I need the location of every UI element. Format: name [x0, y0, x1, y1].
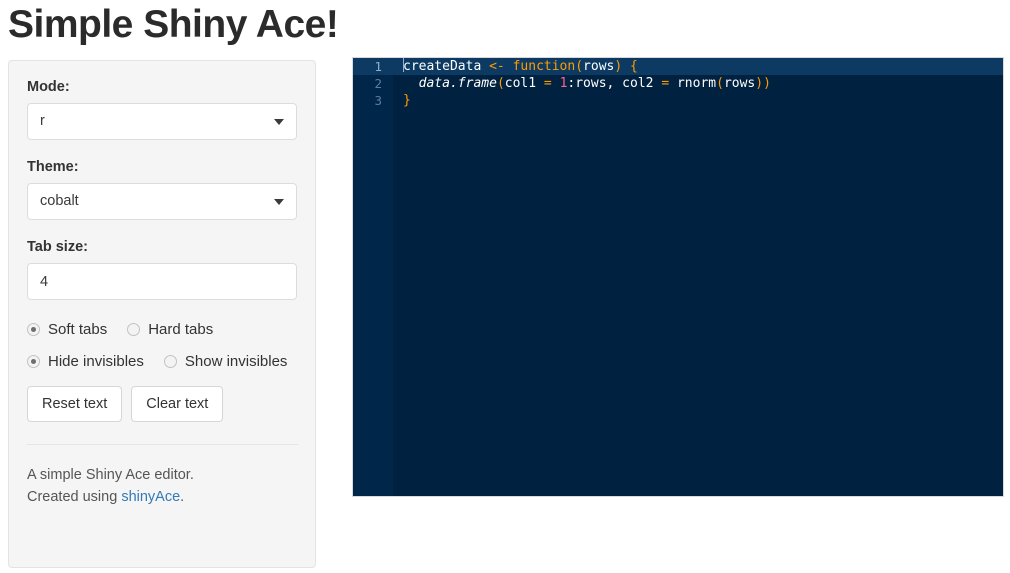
footer-line-2-suffix: .: [180, 489, 185, 505]
code-token: =: [661, 76, 670, 91]
ace-code-editor[interactable]: 123 createData <- function(rows) { data.…: [352, 57, 1004, 497]
gutter-line-number: 2: [374, 76, 382, 91]
invisibles-radio-group: Hide invisibles Show invisibles: [27, 354, 297, 369]
radio-soft-tabs[interactable]: Soft tabs: [27, 322, 107, 337]
code-token: rows: [583, 59, 615, 74]
theme-select[interactable]: cobalt: [27, 183, 297, 220]
mode-select-value: r: [27, 103, 297, 140]
code-token: :rows, col2: [567, 76, 654, 91]
radio-hide-invisibles-label: Hide invisibles: [48, 353, 144, 370]
code-token: )): [755, 76, 771, 91]
page-title: Simple Shiny Ace!: [8, 3, 339, 46]
chevron-down-icon: [274, 119, 284, 125]
code-token: <-: [489, 59, 505, 74]
radio-soft-tabs-mark: [27, 323, 40, 336]
code-token: rows: [723, 76, 756, 91]
code-token: =: [543, 76, 552, 91]
code-token: (: [575, 59, 584, 74]
editor-content[interactable]: createData <- function(rows) { data.fram…: [393, 58, 1003, 496]
code-line: }: [393, 92, 1003, 109]
radio-show-invisibles-label: Show invisibles: [184, 353, 288, 370]
tab-size-input[interactable]: [27, 263, 297, 300]
code-token: {: [630, 59, 638, 74]
footer-line-2: Created using shinyAce.: [27, 486, 297, 508]
theme-select-value: cobalt: [27, 183, 297, 220]
code-token: createData: [403, 59, 482, 74]
code-token: rnorm: [676, 76, 717, 91]
radio-soft-tabs-label: Soft tabs: [48, 321, 108, 338]
footer-line-2-prefix: Created using: [27, 489, 122, 505]
shinyace-link[interactable]: shinyAce: [121, 489, 180, 505]
code-token: (: [496, 76, 505, 91]
action-button-row: Reset text Clear text: [27, 386, 297, 422]
mode-select[interactable]: r: [27, 103, 297, 140]
radio-hide-invisibles[interactable]: Hide invisibles: [27, 354, 144, 369]
gutter-line-number: 1: [353, 58, 393, 75]
code-token: ): [614, 59, 623, 74]
chevron-down-icon: [274, 199, 284, 205]
gutter-line-number: 3: [374, 93, 382, 108]
sidebar-divider: [27, 444, 298, 445]
radio-hide-invisibles-mark: [27, 355, 40, 368]
editor-gutter[interactable]: 12 3: [353, 58, 393, 496]
code-line: data.frame(col1 = 1:rows, col2 = rnorm(r…: [393, 75, 1003, 92]
code-token: data.frame: [418, 76, 497, 91]
radio-show-invisibles-mark: [163, 355, 177, 368]
code-line: createData <- function(rows) {: [393, 58, 1003, 75]
radio-hard-tabs-label: Hard tabs: [148, 321, 214, 338]
code-token: (: [716, 76, 724, 91]
tab-type-radio-group: Soft tabs Hard tabs: [27, 322, 297, 337]
reset-text-button[interactable]: Reset text: [27, 386, 123, 422]
sidebar-panel: Mode: r Theme: cobalt Tab size: Soft tab…: [8, 60, 316, 568]
footer-line-1: A simple Shiny Ace editor.: [27, 467, 194, 483]
mode-label: Mode:: [27, 79, 70, 95]
radio-show-invisibles[interactable]: Show invisibles: [163, 353, 288, 370]
radio-hard-tabs-mark: [127, 323, 141, 336]
code-token: function: [512, 59, 576, 74]
clear-text-button[interactable]: Clear text: [131, 386, 224, 422]
code-token: col1: [504, 76, 537, 91]
tab-size-label: Tab size:: [27, 239, 88, 255]
radio-hard-tabs[interactable]: Hard tabs: [127, 322, 213, 337]
sidebar-footer: A simple Shiny Ace editor. Created using…: [27, 464, 297, 508]
code-token: }: [403, 93, 411, 108]
theme-label: Theme:: [27, 159, 79, 175]
app-page: Simple Shiny Ace! Mode: r Theme: cobalt …: [0, 0, 1010, 573]
